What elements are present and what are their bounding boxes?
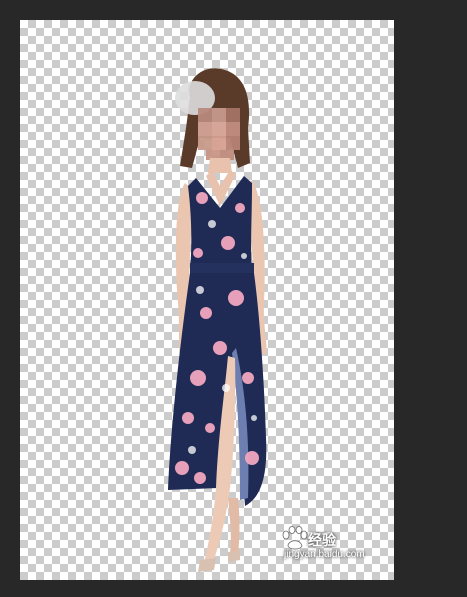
baidu-jingyan-watermark: 经验 jingyan.baidu.com xyxy=(270,524,368,564)
photoshop-workspace: 经验 jingyan.baidu.com xyxy=(0,0,467,597)
document-canvas[interactable]: 经验 jingyan.baidu.com xyxy=(20,20,394,580)
watermark-brand-text: 经验 xyxy=(308,532,336,548)
back-shoe xyxy=(228,550,240,562)
figure-cutout-image xyxy=(168,68,267,572)
back-leg xyxy=(228,498,240,554)
front-shoe xyxy=(198,558,216,572)
watermark-url-text: jingyan.baidu.com xyxy=(284,549,365,560)
pixelated-face xyxy=(198,108,240,160)
baidu-paw-icon xyxy=(282,526,308,550)
